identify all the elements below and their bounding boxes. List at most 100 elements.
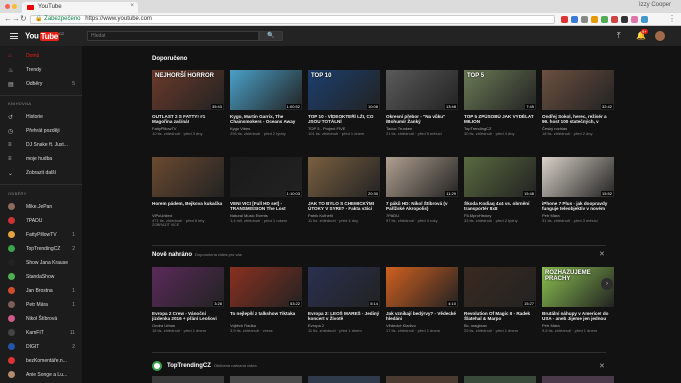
video-thumbnail[interactable] <box>152 157 224 197</box>
video-title[interactable]: Revolution Of Magic II - Radek Šlatehal … <box>464 311 536 322</box>
video-card[interactable]: NEJHORŠÍ HORROR 35:43 OUTLAST 2 S FATTY! #… <box>152 70 224 140</box>
extension-icon[interactable] <box>601 16 608 23</box>
video-title[interactable]: To nejlepší z talkshow Tiktaka <box>230 311 302 322</box>
extension-icon[interactable] <box>591 16 598 23</box>
video-thumbnail[interactable] <box>152 376 224 383</box>
video-card[interactable]: 4:10 Jak vznikají bedýrvy? - Vědecké hled… <box>386 267 458 337</box>
close-window-dot[interactable] <box>5 4 10 9</box>
video-thumbnail[interactable]: 3:28 <box>152 267 224 307</box>
address-bar[interactable]: 🔒 Zabezpečeno https://www.youtube.com <box>30 15 555 24</box>
sidebar-item-channel[interactable]: Nikol Štíbrová <box>0 313 82 325</box>
video-card[interactable]: 5:14 Evropa 2: LEOŠ MAREŠ - Jediný koncer… <box>308 267 380 337</box>
extension-icon[interactable] <box>571 16 578 23</box>
video-card[interactable]: ROZHAZUJEME PRACHY Brutální náhupy v Amer… <box>542 267 614 337</box>
search-button[interactable]: 🔍 <box>259 31 283 41</box>
video-title[interactable]: Ondřej Sokol, herec, režisér a 99. host … <box>542 114 614 125</box>
video-thumbnail[interactable] <box>464 376 536 383</box>
upload-icon[interactable]: ⤒ <box>617 31 621 41</box>
video-thumbnail[interactable]: 15:48 <box>464 157 536 197</box>
minimize-window-dot[interactable] <box>12 4 17 9</box>
video-thumbnail[interactable] <box>308 376 380 383</box>
video-thumbnail[interactable]: 32:42 <box>542 70 614 110</box>
browser-tab-youtube[interactable]: YouTube × <box>22 2 138 13</box>
video-thumbnail[interactable] <box>386 376 458 383</box>
sidebar-item-channel[interactable]: KamFIT 11 <box>0 327 82 339</box>
sidebar-item-history[interactable]: ↺ Historie <box>0 111 82 123</box>
forward-icon[interactable]: → <box>12 14 20 23</box>
sidebar-item-channel[interactable]: Jan Brostna 1 <box>0 285 82 297</box>
reload-icon[interactable]: ↻ <box>20 14 27 23</box>
sidebar-item-channel[interactable]: FattyPillowTV 1 <box>0 229 82 241</box>
video-thumbnail[interactable]: 15:27 <box>464 267 536 307</box>
youtube-logo[interactable]: You TubeCZ <box>25 31 64 41</box>
video-card[interactable]: TOP 5 7:45 TOP 5 ZPŮSOBŮ JAK VYDĚLAT MILIO… <box>464 70 536 140</box>
video-title[interactable]: Evropa 2 Crew - Vánoční jízdenka 2016 + … <box>152 311 224 322</box>
browser-menu-icon[interactable]: ⋮ <box>668 14 676 23</box>
video-card[interactable]: 32:42 Ondřej Sokol, herec, režisér a 99. … <box>542 70 614 140</box>
video-card[interactable]: TOP 10 10:08 TOP 10 - VÍDEOKTEŘÍ LŽI, CO J… <box>308 70 380 140</box>
video-thumbnail[interactable] <box>230 376 302 383</box>
extension-icon[interactable] <box>621 16 628 23</box>
video-card[interactable]: 11:29 7 páků HD: Nikol Štíbrová (v Pařížs… <box>386 157 458 227</box>
tab-close-icon[interactable]: × <box>130 3 134 9</box>
close-icon[interactable]: ✕ <box>599 250 605 258</box>
video-card[interactable]: 13:48 Okresní přebor - "Na vůku" /Bohumír… <box>386 70 458 140</box>
sidebar-item-channel[interactable]: TopTrendingCZ 2 <box>0 243 82 255</box>
browser-user[interactable]: Izzy Cooper <box>639 2 671 8</box>
sidebar-item-home[interactable]: ⌂ Domů <box>0 50 82 62</box>
back-icon[interactable]: ← <box>4 14 12 23</box>
video-thumbnail[interactable]: 11:29 <box>386 157 458 197</box>
video-title[interactable]: Škoda Kodiaq 4x4 vs. obrnění transportér… <box>464 201 536 212</box>
extension-icon[interactable] <box>561 16 568 23</box>
account-avatar[interactable] <box>655 31 665 41</box>
close-icon[interactable]: ✕ <box>599 362 605 370</box>
video-card[interactable]: 1:00:52 Kygo, Martin Garrix, The Chainsmo… <box>230 70 302 140</box>
sidebar-item-trending[interactable]: ♨ Trendy <box>0 64 82 76</box>
video-thumbnail[interactable]: 4:10 <box>386 267 458 307</box>
extension-icon[interactable] <box>641 16 648 23</box>
video-card[interactable]: 15:48 Škoda Kodiaq 4x4 vs. obrnění transp… <box>464 157 536 227</box>
video-title[interactable]: Okresní přebor - "Na vůku" /Bohumír Žank… <box>386 114 458 125</box>
sidebar-item-subscriptions[interactable]: ▤ Odběry 5 <box>0 78 82 90</box>
extension-icon[interactable] <box>581 16 588 23</box>
extension-icon[interactable] <box>631 16 638 23</box>
video-thumbnail[interactable]: TOP 10 10:08 <box>308 70 380 110</box>
video-card[interactable]: 15:27 Revolution Of Magic II - Radek Šlat… <box>464 267 536 337</box>
sidebar-item-channel[interactable]: bezKomentáře.n... <box>0 355 82 367</box>
video-title[interactable]: TOP 10 - VÍDEOKTEŘÍ LŽI, CO JSOU TOTÁLNÍ <box>308 114 380 125</box>
sidebar-item-channel[interactable]: Anie Songe a Lu... <box>0 369 82 381</box>
sidebar-item-channel[interactable]: StandaShow <box>0 271 82 283</box>
sidebar-item-channel[interactable]: Mike.JePan <box>0 201 82 213</box>
sidebar-item-channel[interactable]: DIGIT 2 <box>0 341 82 353</box>
menu-icon[interactable] <box>10 33 18 39</box>
video-card[interactable]: Horem pádem, Bejkova kukačka ViPuUnited 47… <box>152 157 224 227</box>
video-title[interactable]: Jak vznikají bedýrvy? - Vědecké hledáni <box>386 311 458 322</box>
video-title[interactable]: OUTLAST 2 S FATTY! #1 Magořina začíná! <box>152 114 224 125</box>
video-thumbnail[interactable]: 53:22 <box>230 267 302 307</box>
video-card[interactable]: 20:30 JAK TO BYLO S CHEMICKÝMI ÚTOKY V SY… <box>308 157 380 227</box>
video-title[interactable]: Evropa 2: LEOŠ MAREŠ - Jediný koncert v … <box>308 311 380 322</box>
video-thumbnail[interactable]: 15:52 <box>542 157 614 197</box>
chevron-right-icon[interactable]: › <box>601 278 613 290</box>
video-title[interactable]: iPhone 7 Plus - jak doopravdy funguje te… <box>542 201 614 212</box>
video-title[interactable]: Horem pádem, Bejkova kukačka <box>152 201 224 212</box>
video-card[interactable]: 53:22 To nejlepší z talkshow Tiktaka Vojtě… <box>230 267 302 337</box>
video-thumbnail[interactable]: 1:10:03 <box>230 157 302 197</box>
channel-avatar[interactable] <box>152 361 162 371</box>
video-title[interactable]: 7 páků HD: Nikol Štíbrová (v Pařížské Ak… <box>386 201 458 212</box>
video-thumbnail[interactable]: 20:30 <box>308 157 380 197</box>
sidebar-item-watch-later[interactable]: ◷ Přehrát později <box>0 125 82 137</box>
video-title[interactable]: Kygo, Martin Garrix, The Chainsmokers - … <box>230 114 302 125</box>
video-title[interactable]: TOP 5 ZPŮSOBŮ JAK VYDĚLAT MILION <box>464 114 536 125</box>
video-title[interactable]: JAK TO BYLO S CHEMICKÝMI ÚTOKY V SYRII? … <box>308 201 380 212</box>
sidebar-item-playlist[interactable]: ≡ DJ Snake ft. Just... <box>0 139 82 151</box>
video-thumbnail[interactable]: TOP 5 7:45 <box>464 70 536 110</box>
video-title[interactable]: Brutální náhupy v Americe! do USA - aneb… <box>542 311 614 322</box>
extension-icon[interactable] <box>611 16 618 23</box>
sidebar-item-channel[interactable]: Petr Mára 1 <box>0 299 82 311</box>
video-thumbnail[interactable] <box>542 376 614 383</box>
sidebar-item-show-more[interactable]: ⌄ Zobrazit další <box>0 167 82 179</box>
video-card[interactable]: 3:28 Evropa 2 Crew - Vánoční jízdenka 201… <box>152 267 224 337</box>
video-thumbnail[interactable]: 13:48 <box>386 70 458 110</box>
video-thumbnail[interactable]: 1:00:52 <box>230 70 302 110</box>
